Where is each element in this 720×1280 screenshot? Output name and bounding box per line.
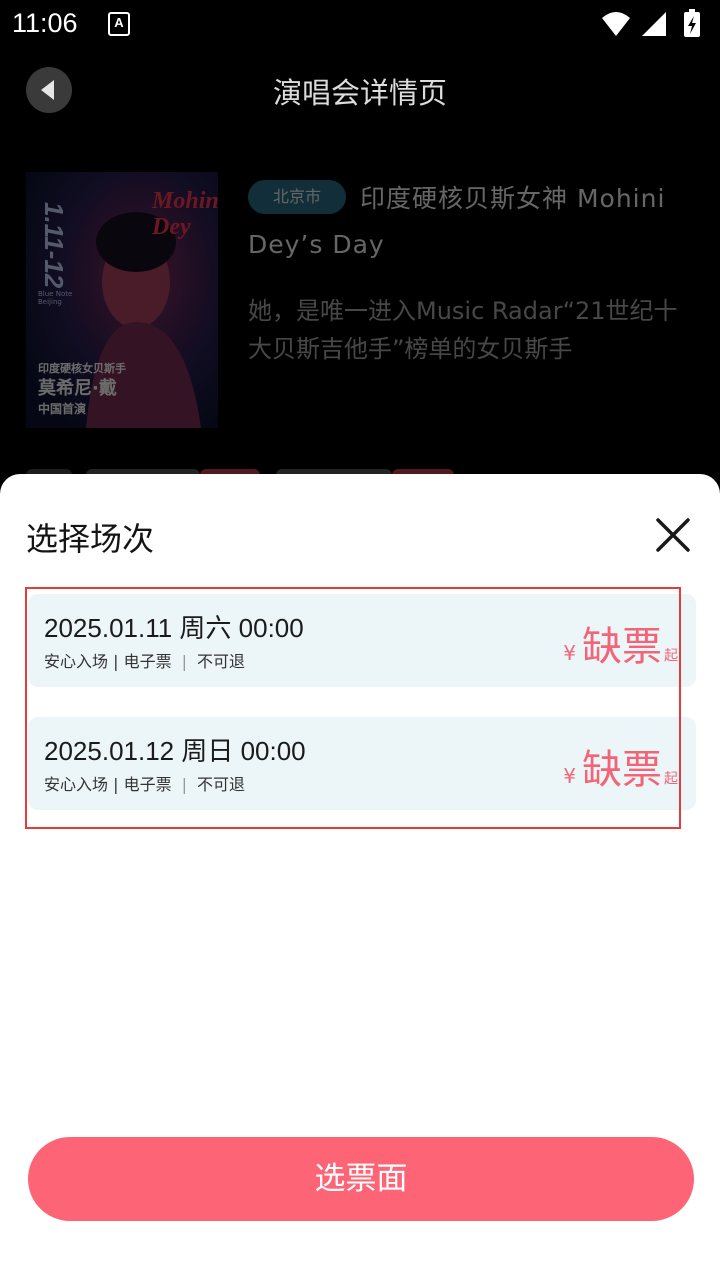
page-title: 演唱会详情页 bbox=[272, 76, 447, 110]
select-ticket-button[interactable]: 选票面 bbox=[28, 1137, 694, 1221]
session-price: ¥ 缺票起 bbox=[563, 614, 678, 672]
sheet-title: 选择场次 bbox=[26, 520, 155, 558]
status-icons bbox=[602, 9, 700, 37]
session-item[interactable]: 2025.01.12 周日 00:00 安心入场 | 电子票 | 不可退 ¥ 缺票起 bbox=[28, 717, 696, 810]
status-bar: 11:06 A bbox=[0, 0, 720, 50]
poster-line2: 莫希尼·戴 bbox=[38, 378, 117, 399]
poster-name: Mohini Dey bbox=[152, 188, 218, 240]
price-status: 缺票 bbox=[582, 747, 662, 793]
session-tags: 安心入场 | 电子票 | 不可退 bbox=[44, 648, 245, 672]
close-button[interactable] bbox=[650, 512, 696, 558]
price-currency: ¥ bbox=[563, 641, 576, 665]
concert-description: 她，是唯一进入Music Radar“21世纪十大贝斯吉他手”榜单的女贝斯手 bbox=[248, 297, 678, 363]
tag-separator: | bbox=[181, 652, 187, 671]
session-sheet: 选择场次 2025.01.11 周六 00:00 安心入场 | 电子票 | 不可退 … bbox=[0, 474, 720, 1280]
session-tag-entry: 安心入场 | 电子票 bbox=[44, 652, 172, 671]
session-tag-refund: 不可退 bbox=[196, 775, 245, 794]
wifi-icon bbox=[602, 12, 630, 36]
price-currency: ¥ bbox=[563, 764, 576, 788]
session-datetime: 2025.01.11 周六 00:00 bbox=[44, 613, 304, 643]
session-tags: 安心入场 | 电子票 | 不可退 bbox=[44, 771, 245, 795]
concert-poster[interactable]: 1.11-12 Mohini Dey Blue Note Beijing 印度硬… bbox=[26, 172, 218, 428]
price-suffix: 起 bbox=[664, 648, 678, 664]
session-item[interactable]: 2025.01.11 周六 00:00 安心入场 | 电子票 | 不可退 ¥ 缺票起 bbox=[28, 594, 696, 687]
tag-separator: | bbox=[181, 775, 187, 794]
session-price: ¥ 缺票起 bbox=[563, 737, 678, 795]
poster-venue: Blue Note Beijing bbox=[38, 290, 73, 306]
price-suffix: 起 bbox=[664, 771, 678, 787]
battery-charging-icon bbox=[684, 9, 700, 37]
session-tag-refund: 不可退 bbox=[196, 652, 245, 671]
cell-signal-icon bbox=[642, 12, 666, 36]
close-icon bbox=[656, 518, 690, 552]
poster-date: 1.11-12 bbox=[39, 202, 69, 289]
price-status: 缺票 bbox=[582, 624, 662, 670]
session-datetime: 2025.01.12 周日 00:00 bbox=[44, 736, 306, 766]
poster-line3: 中国首演 bbox=[38, 402, 87, 416]
notification-a-icon: A bbox=[108, 12, 130, 36]
status-time: 11:06 bbox=[12, 8, 78, 38]
concert-title: 印度硬核贝斯女神 Mohini Dey’s Day bbox=[248, 184, 666, 259]
session-tag-entry: 安心入场 | 电子票 bbox=[44, 775, 172, 794]
